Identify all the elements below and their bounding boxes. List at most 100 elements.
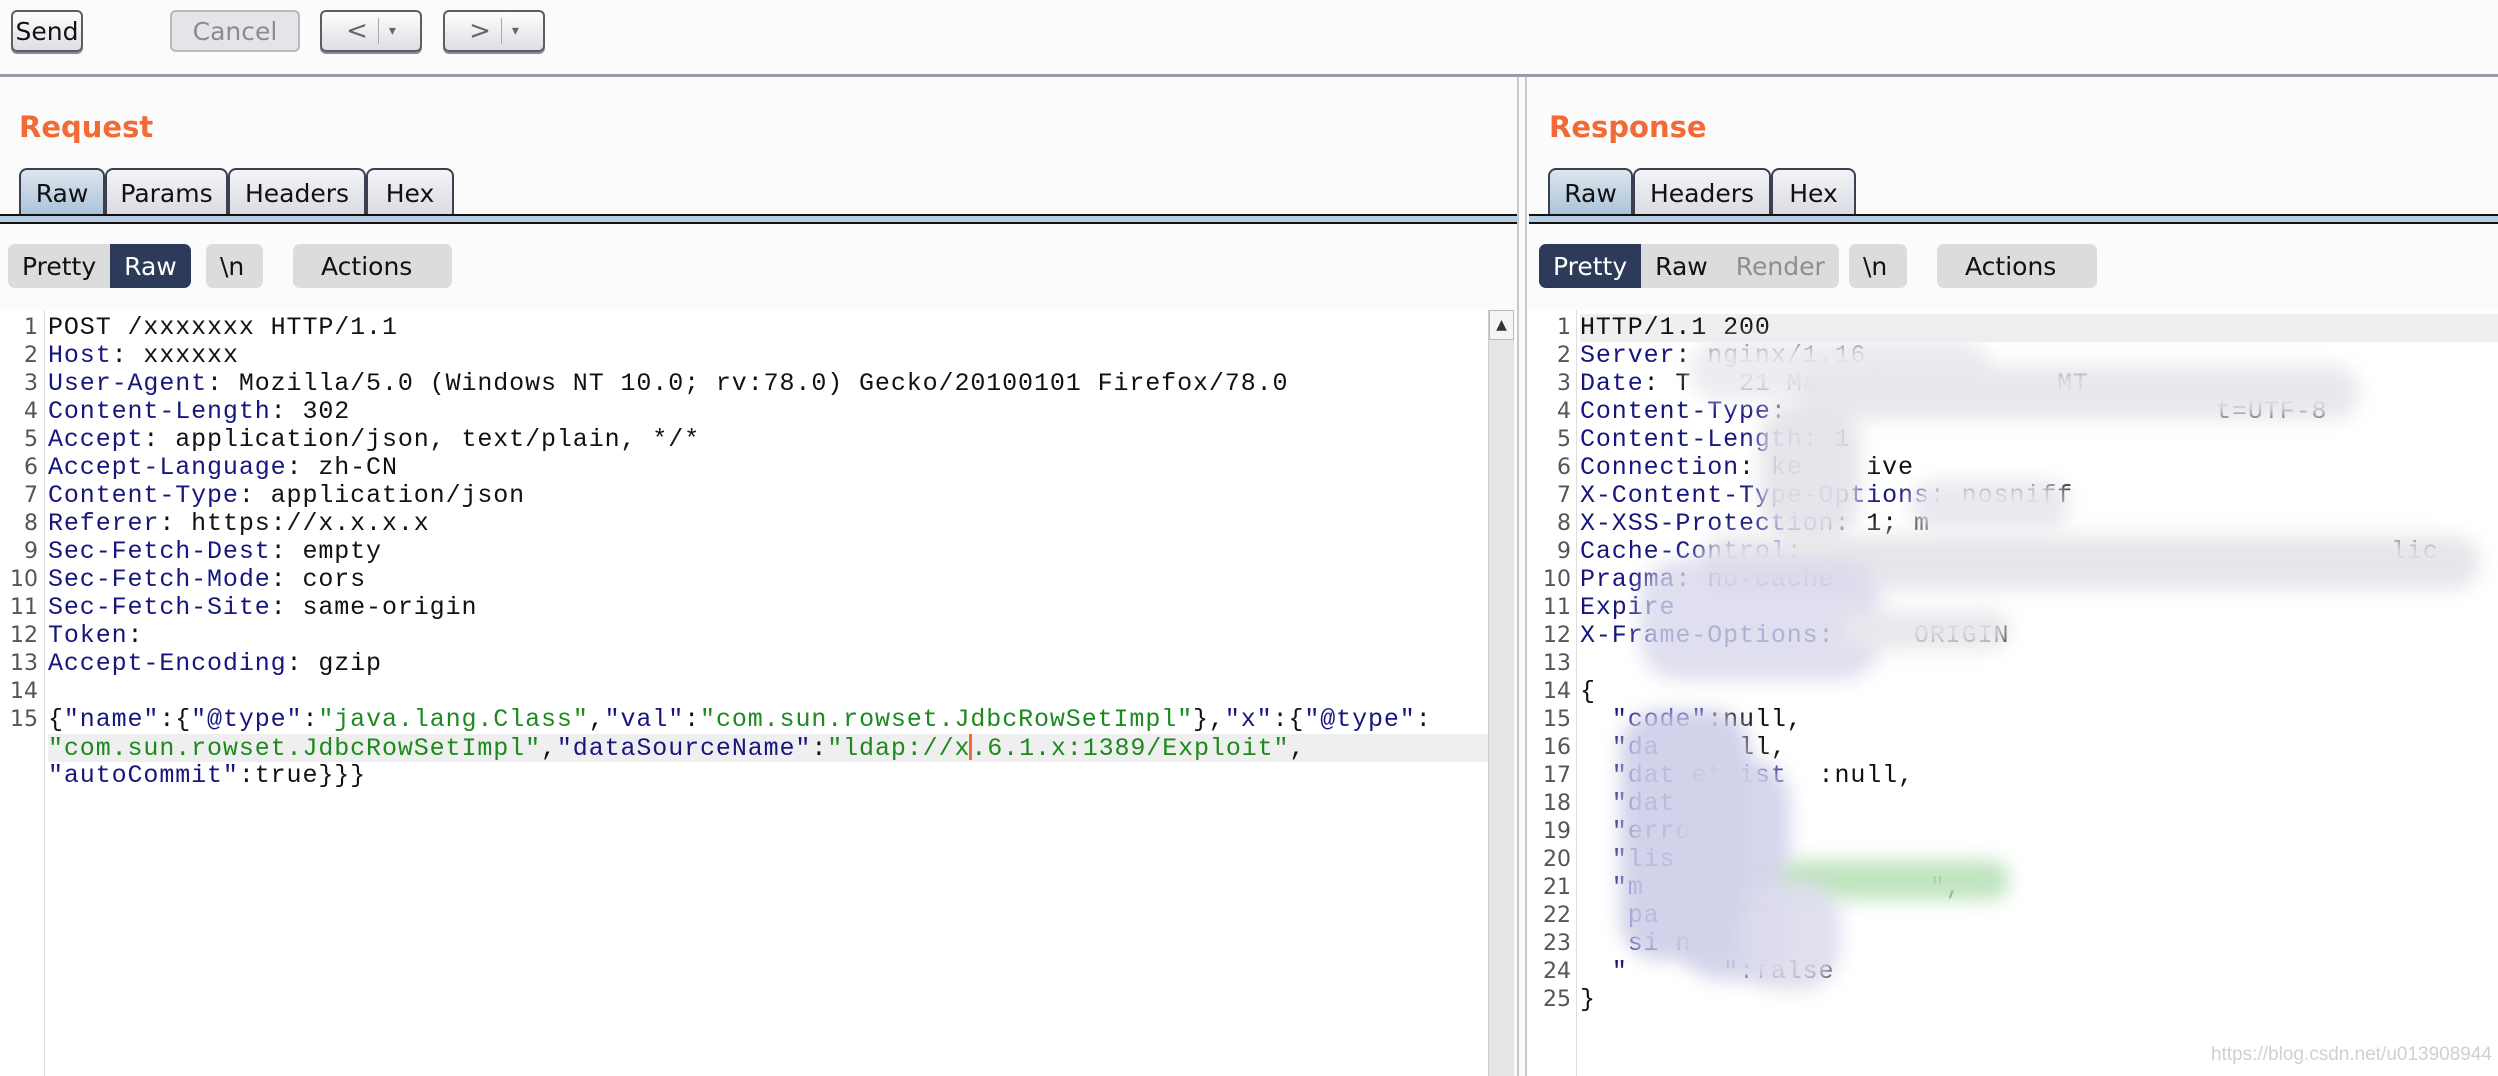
text-token: : Mozilla/5.0 (Windows NT 10.0; rv:78.0)…: [207, 369, 1289, 398]
line-number: 6: [24, 455, 38, 480]
response-title: Response: [1549, 110, 1707, 144]
line-number: 23: [1543, 931, 1571, 956]
response-view-pretty[interactable]: Pretty: [1539, 244, 1642, 288]
text-token: :: [811, 734, 828, 763]
request-tab-headers[interactable]: Headers: [228, 168, 366, 216]
chevron-down-icon: ⌄: [2080, 256, 2097, 277]
request-tab-raw[interactable]: Raw: [19, 168, 105, 216]
response-tab-band: [1529, 214, 2498, 224]
editor-line: 7 Content-Type: application/json: [0, 482, 1488, 510]
line-number: 4: [24, 399, 38, 424]
request-actions-button[interactable]: Actions ⌄: [293, 244, 452, 288]
line-number: 13: [1543, 651, 1571, 676]
chevron-right-icon: >: [469, 16, 491, 46]
line-content: [48, 678, 1488, 706]
response-view-raw[interactable]: Raw: [1641, 244, 1722, 288]
request-view-toggle[interactable]: Pretty Raw: [8, 244, 191, 288]
response-tab-hex[interactable]: Hex: [1771, 168, 1856, 216]
text-token: :null,: [1786, 761, 1914, 790]
line-number: 20: [1543, 847, 1571, 872]
scroll-up-arrow-icon[interactable]: ▲: [1489, 310, 1514, 340]
panel-splitter[interactable]: [1517, 77, 1527, 1076]
line-content: Host: xxxxxx: [48, 342, 1488, 370]
line-number: 18: [1543, 791, 1571, 816]
response-actions-button[interactable]: Actions ⌄: [1937, 244, 2097, 288]
header-or-key-token: Referer: [48, 509, 160, 538]
line-number: 2: [24, 343, 38, 368]
forward-button[interactable]: > ▾: [443, 10, 545, 52]
text-token: {: [1580, 677, 1596, 706]
actions-label: Actions: [1965, 251, 2057, 281]
response-tab-headers[interactable]: Headers: [1633, 168, 1771, 216]
string-token: "java.lang.Class": [318, 705, 589, 734]
line-number: 7: [24, 483, 38, 508]
editor-line: 6 Connection: ke ive: [1529, 454, 2498, 482]
text-token: : https://x.x.x.x: [159, 509, 430, 538]
string-token: "com.sun.rowset.JdbcRowSetImpl": [700, 705, 1194, 734]
line-content: Accept-Encoding: gzip: [48, 650, 1488, 678]
line-number: 17: [1543, 763, 1571, 788]
text-token: :: [302, 705, 319, 734]
line-number: 14: [10, 679, 38, 704]
line-number: 12: [1543, 623, 1571, 648]
editor-line: 13 Accept-Encoding: gzip: [0, 650, 1488, 678]
line-content: POST /xxxxxxx HTTP/1.1: [48, 314, 1488, 342]
request-tab-hex[interactable]: Hex: [366, 168, 454, 216]
text-token: : gzip: [286, 649, 382, 678]
line-content: Content-Type: application/json: [48, 482, 1488, 510]
response-tab-raw[interactable]: Raw: [1548, 168, 1633, 216]
header-or-key-token: Connection: [1580, 453, 1740, 482]
text-token: : 302: [270, 397, 351, 426]
line-number: 13: [10, 651, 38, 676]
text-token: : application/json: [238, 481, 526, 510]
header-or-key-token: "@type": [1304, 705, 1416, 734]
editor-line: 1 POST /xxxxxxx HTTP/1.1: [0, 314, 1488, 342]
line-content: Referer: https://x.x.x.x: [48, 510, 1488, 538]
line-content: Content-Length: 302: [48, 398, 1488, 426]
line-number: 9: [24, 539, 38, 564]
header-or-key-token: Sec-Fetch-Site: [48, 593, 271, 622]
line-number: 7: [1557, 483, 1571, 508]
line-number: 5: [24, 427, 38, 452]
request-scrollbar[interactable]: ▲: [1488, 310, 1514, 1076]
dropdown-arrow-icon[interactable]: ▾: [512, 23, 519, 39]
dropdown-arrow-icon[interactable]: ▾: [389, 23, 396, 39]
response-newline-toggle[interactable]: \n: [1849, 244, 1907, 288]
editor-line: 8 Referer: https://x.x.x.x: [0, 510, 1488, 538]
line-number: 4: [1557, 399, 1571, 424]
line-number: 10: [10, 567, 38, 592]
back-button[interactable]: < ▾: [320, 10, 422, 52]
header-or-key-token: "name": [63, 705, 160, 734]
text-token: : same-origin: [270, 593, 478, 622]
text-token: : empty: [270, 537, 382, 566]
text-token: }: [1580, 985, 1596, 1014]
line-content: Sec-Fetch-Mode: cors: [48, 566, 1488, 594]
redaction-scribble: [1760, 400, 1860, 540]
redaction-scribble: [1800, 365, 2360, 420]
line-number: 10: [1543, 567, 1571, 592]
header-or-key-token: "x": [1224, 705, 1273, 734]
request-view-raw[interactable]: Raw: [110, 244, 191, 288]
cancel-button[interactable]: Cancel: [170, 10, 300, 52]
header-or-key-token: "val": [604, 705, 685, 734]
response-editor[interactable]: 1HTTP/1.1 2002Server: nginx/1.163Date: T…: [1529, 310, 2498, 1076]
line-number: 6: [1557, 455, 1571, 480]
header-or-key-token: Server: [1580, 341, 1676, 370]
editor-line: 5 Accept: application/json, text/plain, *…: [0, 426, 1488, 454]
text-token: :{: [159, 705, 192, 734]
editor-line: 11 Sec-Fetch-Site: same-origin: [0, 594, 1488, 622]
request-newline-toggle[interactable]: \n: [206, 244, 263, 288]
header-or-key-token: Content-Type: [1580, 397, 1771, 426]
send-button[interactable]: Send: [11, 10, 83, 52]
toolbar-divider: [0, 74, 2498, 77]
request-tab-params[interactable]: Params: [105, 168, 228, 216]
line-number: 1: [24, 315, 38, 340]
response-view-toggle[interactable]: Pretty Raw Render: [1539, 244, 1839, 288]
request-view-pretty[interactable]: Pretty: [8, 244, 110, 288]
line-content: {"name":{"@type":"java.lang.Class","val"…: [48, 706, 1488, 734]
line-number: 3: [1557, 371, 1571, 396]
request-editor[interactable]: 1 POST /xxxxxxx HTTP/1.1 2 Host: xxxxxx 3 Use…: [0, 310, 1488, 1076]
